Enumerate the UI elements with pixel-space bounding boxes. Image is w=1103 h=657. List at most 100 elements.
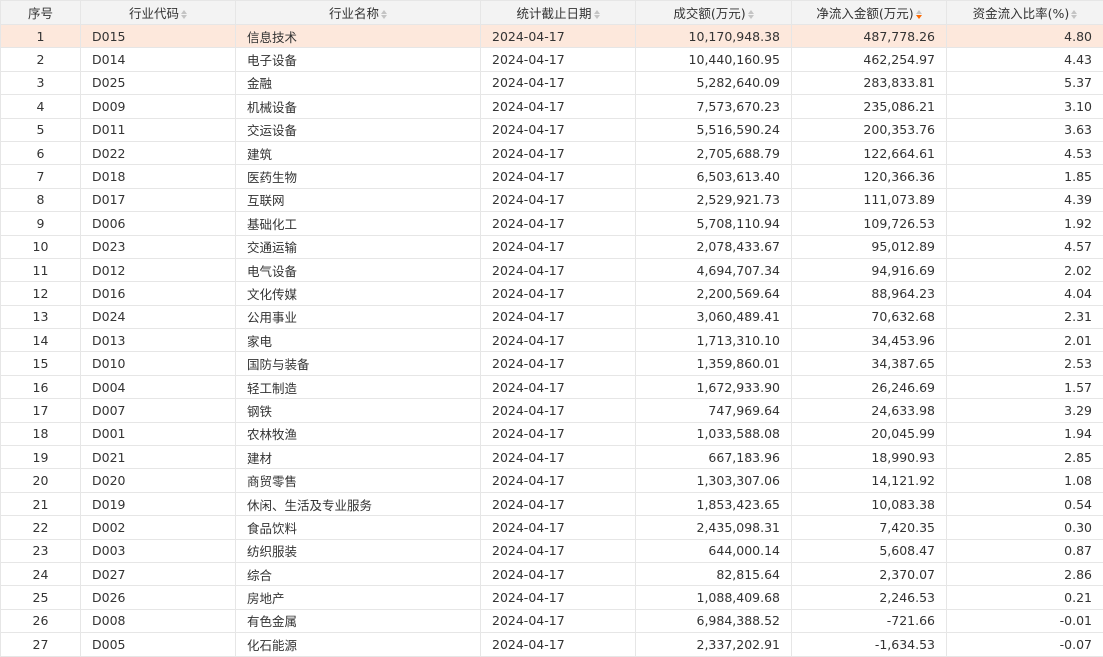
cell-industry-code: D023 (81, 235, 236, 258)
cell-net-inflow: 283,833.81 (792, 71, 947, 94)
cell-index: 9 (1, 212, 81, 235)
table-row[interactable]: 20D020商贸零售2024-04-171,303,307.0614,121.9… (1, 469, 1103, 492)
cell-turnover: 5,708,110.94 (636, 212, 792, 235)
cell-turnover: 1,303,307.06 (636, 469, 792, 492)
cell-net-inflow: 111,073.89 (792, 188, 947, 211)
sort-icon[interactable] (748, 10, 754, 19)
cell-inflow-ratio: 1.85 (947, 165, 1103, 188)
cell-cutoff-date: 2024-04-17 (481, 48, 636, 71)
table-row[interactable]: 24D027综合2024-04-1782,815.642,370.072.86 (1, 562, 1103, 585)
cell-net-inflow: 2,246.53 (792, 586, 947, 609)
cell-cutoff-date: 2024-04-17 (481, 235, 636, 258)
cell-turnover: 82,815.64 (636, 562, 792, 585)
cell-industry-name: 国防与装备 (236, 352, 481, 375)
cell-index: 6 (1, 141, 81, 164)
cell-index: 22 (1, 516, 81, 539)
table-row[interactable]: 13D024公用事业2024-04-173,060,489.4170,632.6… (1, 305, 1103, 328)
cell-cutoff-date: 2024-04-17 (481, 258, 636, 281)
cell-industry-code: D019 (81, 492, 236, 515)
sort-desc-active-icon[interactable] (916, 10, 922, 19)
table-row[interactable]: 2D014电子设备2024-04-1710,440,160.95462,254.… (1, 48, 1103, 71)
cell-inflow-ratio: 5.37 (947, 71, 1103, 94)
cell-index: 3 (1, 71, 81, 94)
cell-net-inflow: 462,254.97 (792, 48, 947, 71)
cell-industry-name: 房地产 (236, 586, 481, 609)
cell-turnover: 1,359,860.01 (636, 352, 792, 375)
cell-industry-name: 电气设备 (236, 258, 481, 281)
cell-turnover: 1,672,933.90 (636, 375, 792, 398)
cell-cutoff-date: 2024-04-17 (481, 446, 636, 469)
cell-index: 15 (1, 352, 81, 375)
cell-industry-name: 休闲、生活及专业服务 (236, 492, 481, 515)
table-row[interactable]: 17D007钢铁2024-04-17747,969.6424,633.983.2… (1, 399, 1103, 422)
cell-inflow-ratio: 2.02 (947, 258, 1103, 281)
cell-net-inflow: 24,633.98 (792, 399, 947, 422)
cell-industry-code: D013 (81, 329, 236, 352)
sort-icon[interactable] (1071, 10, 1077, 19)
table-row[interactable]: 26D008有色金属2024-04-176,984,388.52-721.66-… (1, 609, 1103, 632)
cell-inflow-ratio: 4.43 (947, 48, 1103, 71)
header-industry-code[interactable]: 行业代码 (81, 1, 236, 25)
sort-icon[interactable] (381, 10, 387, 19)
table-row[interactable]: 10D023交通运输2024-04-172,078,433.6795,012.8… (1, 235, 1103, 258)
cell-index: 8 (1, 188, 81, 211)
cell-inflow-ratio: 0.54 (947, 492, 1103, 515)
table-row[interactable]: 16D004轻工制造2024-04-171,672,933.9026,246.6… (1, 375, 1103, 398)
cell-index: 25 (1, 586, 81, 609)
cell-inflow-ratio: 1.57 (947, 375, 1103, 398)
cell-industry-code: D025 (81, 71, 236, 94)
cell-net-inflow: 26,246.69 (792, 375, 947, 398)
cell-inflow-ratio: 0.21 (947, 586, 1103, 609)
cell-industry-code: D014 (81, 48, 236, 71)
table-row[interactable]: 6D022建筑2024-04-172,705,688.79122,664.614… (1, 141, 1103, 164)
header-net-inflow[interactable]: 净流入金额(万元) (792, 1, 947, 25)
table-row[interactable]: 7D018医药生物2024-04-176,503,613.40120,366.3… (1, 165, 1103, 188)
table-row[interactable]: 23D003纺织服装2024-04-17644,000.145,608.470.… (1, 539, 1103, 562)
table-row[interactable]: 9D006基础化工2024-04-175,708,110.94109,726.5… (1, 212, 1103, 235)
cell-industry-name: 纺织服装 (236, 539, 481, 562)
table-row[interactable]: 19D021建材2024-04-17667,183.9618,990.932.8… (1, 446, 1103, 469)
cell-turnover: 2,200,569.64 (636, 282, 792, 305)
header-turnover[interactable]: 成交额(万元) (636, 1, 792, 25)
cell-net-inflow: 200,353.76 (792, 118, 947, 141)
cell-inflow-ratio: 3.63 (947, 118, 1103, 141)
table-row[interactable]: 5D011交运设备2024-04-175,516,590.24200,353.7… (1, 118, 1103, 141)
cell-turnover: 644,000.14 (636, 539, 792, 562)
table-row[interactable]: 4D009机械设备2024-04-177,573,670.23235,086.2… (1, 95, 1103, 118)
cell-inflow-ratio: 2.53 (947, 352, 1103, 375)
header-cutoff-date[interactable]: 统计截止日期 (481, 1, 636, 25)
table-row[interactable]: 27D005化石能源2024-04-172,337,202.91-1,634.5… (1, 633, 1103, 656)
cell-industry-name: 基础化工 (236, 212, 481, 235)
sort-icon[interactable] (594, 10, 600, 19)
cell-industry-code: D021 (81, 446, 236, 469)
table-row[interactable]: 22D002食品饮料2024-04-172,435,098.317,420.35… (1, 516, 1103, 539)
cell-turnover: 1,033,588.08 (636, 422, 792, 445)
table-row[interactable]: 18D001农林牧渔2024-04-171,033,588.0820,045.9… (1, 422, 1103, 445)
table-row[interactable]: 25D026房地产2024-04-171,088,409.682,246.530… (1, 586, 1103, 609)
table-row[interactable]: 15D010国防与装备2024-04-171,359,860.0134,387.… (1, 352, 1103, 375)
cell-net-inflow: 34,453.96 (792, 329, 947, 352)
table-row[interactable]: 11D012电气设备2024-04-174,694,707.3494,916.6… (1, 258, 1103, 281)
cell-net-inflow: -721.66 (792, 609, 947, 632)
cell-industry-name: 医药生物 (236, 165, 481, 188)
sort-icon[interactable] (181, 10, 187, 19)
cell-industry-name: 机械设备 (236, 95, 481, 118)
cell-index: 20 (1, 469, 81, 492)
cell-turnover: 1,713,310.10 (636, 329, 792, 352)
cell-net-inflow: 10,083.38 (792, 492, 947, 515)
table-row[interactable]: 14D013家电2024-04-171,713,310.1034,453.962… (1, 329, 1103, 352)
cell-cutoff-date: 2024-04-17 (481, 165, 636, 188)
table-row[interactable]: 21D019休闲、生活及专业服务2024-04-171,853,423.6510… (1, 492, 1103, 515)
cell-industry-code: D008 (81, 609, 236, 632)
table-row[interactable]: 12D016文化传媒2024-04-172,200,569.6488,964.2… (1, 282, 1103, 305)
cell-index: 2 (1, 48, 81, 71)
table-row[interactable]: 3D025金融2024-04-175,282,640.09283,833.815… (1, 71, 1103, 94)
header-industry-name[interactable]: 行业名称 (236, 1, 481, 25)
cell-index: 10 (1, 235, 81, 258)
table-row[interactable]: 8D017互联网2024-04-172,529,921.73111,073.89… (1, 188, 1103, 211)
cell-turnover: 2,078,433.67 (636, 235, 792, 258)
table-row[interactable]: 1D015信息技术2024-04-1710,170,948.38487,778.… (1, 25, 1103, 48)
header-inflow-ratio[interactable]: 资金流入比率(%) (947, 1, 1103, 25)
cell-index: 24 (1, 562, 81, 585)
cell-net-inflow: 7,420.35 (792, 516, 947, 539)
